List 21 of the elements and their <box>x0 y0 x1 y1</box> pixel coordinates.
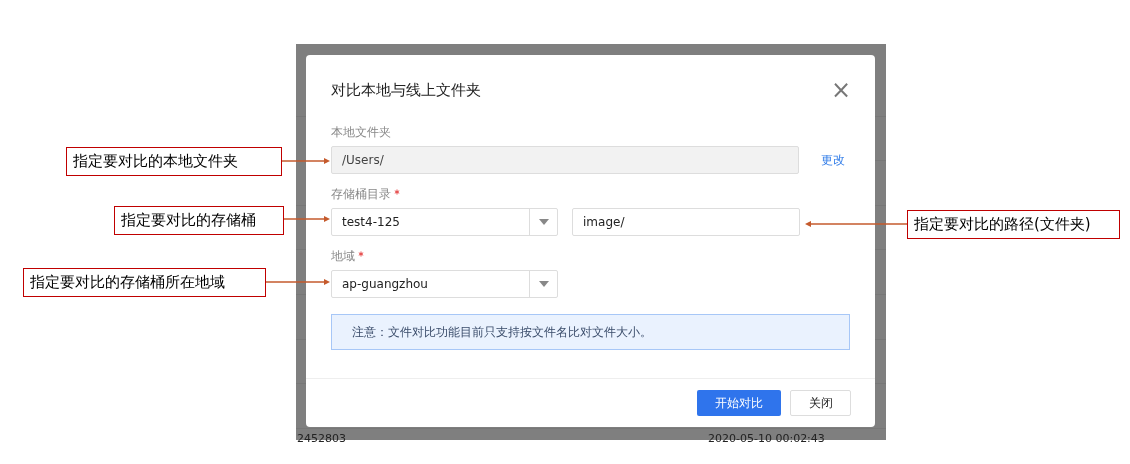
annotation-callout: 指定要对比的存储桶 <box>114 206 284 235</box>
start-compare-button[interactable]: 开始对比 <box>697 390 781 416</box>
dialog-title: 对比本地与线上文件夹 <box>331 80 481 100</box>
close-button[interactable]: × <box>826 78 855 102</box>
change-link[interactable]: 更改 <box>821 151 845 169</box>
notice-banner: 注意：文件对比功能目前只支持按文件名比对文件大小。 <box>331 314 850 350</box>
field-label: 本地文件夹 <box>331 124 391 140</box>
annotation-callout: 指定要对比的本地文件夹 <box>66 147 282 176</box>
input-field[interactable]: image/ <box>572 208 800 236</box>
field-label: 地域 <box>331 248 355 264</box>
annotation-callout: 指定要对比的路径(文件夹) <box>907 210 1120 239</box>
caret-icon <box>538 281 549 287</box>
leader-line <box>282 157 330 165</box>
field-label: 存储桶目录 <box>331 186 391 202</box>
caret-icon <box>538 219 549 225</box>
leader-line <box>284 215 330 223</box>
annotation-callout: 指定要对比的存储桶所在地域 <box>23 268 266 297</box>
select-field[interactable]: ap-guangzhou <box>331 270 558 298</box>
select-field[interactable]: test4-125 <box>331 208 558 236</box>
leader-line <box>266 278 330 286</box>
close-dialog-button[interactable]: 关闭 <box>790 390 851 416</box>
